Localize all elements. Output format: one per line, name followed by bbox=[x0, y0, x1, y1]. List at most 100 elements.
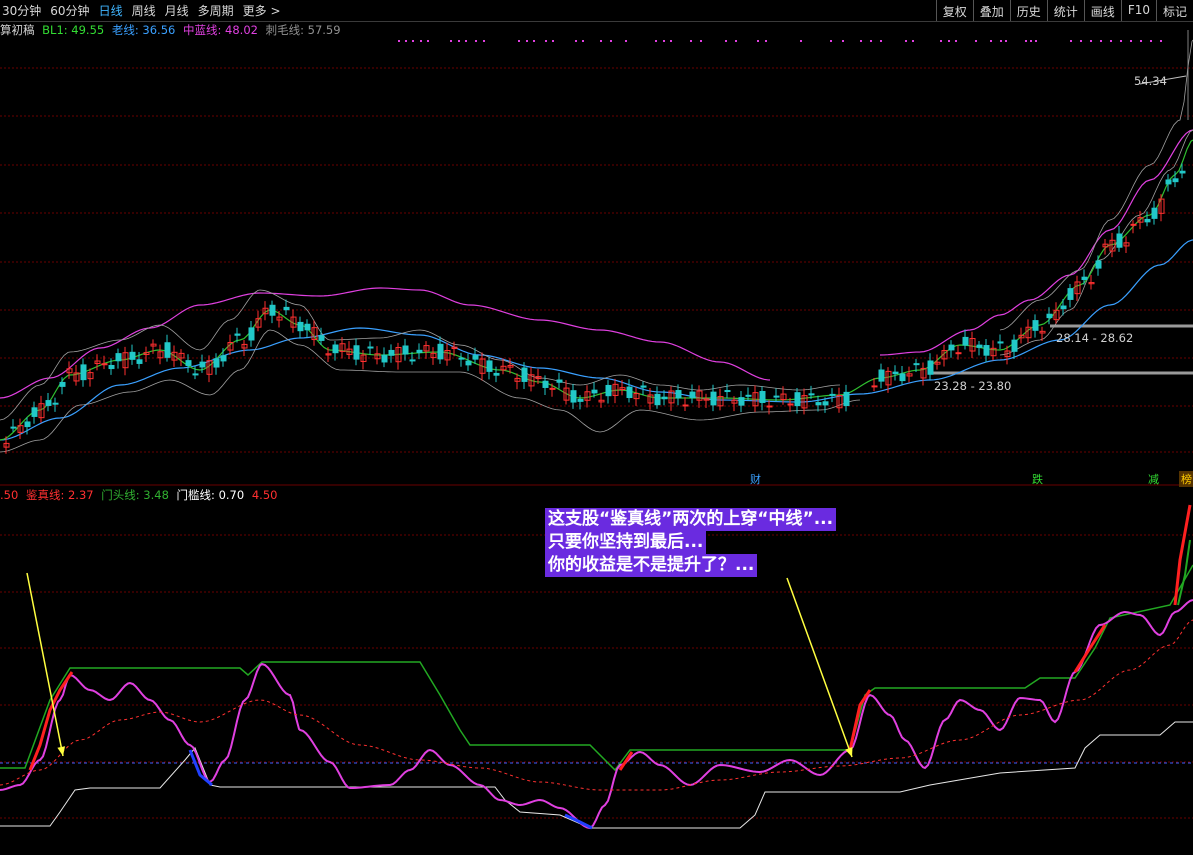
candle-body-144 bbox=[1032, 320, 1039, 331]
candle-body-38 bbox=[269, 304, 276, 316]
signal-dot-14 bbox=[552, 40, 554, 42]
signal-dot-11 bbox=[526, 40, 528, 42]
candle-body-93 bbox=[654, 393, 661, 406]
annotation-box: 这支股“鉴真线”两次的上穿“中线”... 只要你坚持到最后... 你的收益是不是… bbox=[545, 508, 837, 577]
signal-dot-26 bbox=[735, 40, 737, 42]
candle-body-133 bbox=[955, 352, 962, 355]
event-marker-cai[interactable]: 财 bbox=[748, 471, 763, 487]
signal-dot-6 bbox=[458, 40, 460, 42]
signal-dot-35 bbox=[905, 40, 907, 42]
signal-dot-19 bbox=[625, 40, 627, 42]
candle-body-103 bbox=[724, 390, 731, 393]
candle-body-161 bbox=[1151, 207, 1158, 219]
signal-dot-55 bbox=[1150, 40, 1152, 42]
signal-dot-54 bbox=[1140, 40, 1142, 42]
signal-dot-48 bbox=[1080, 40, 1082, 42]
candle-body-84 bbox=[591, 389, 598, 394]
kline-chart[interactable] bbox=[0, 0, 1193, 855]
signal-dot-30 bbox=[830, 40, 832, 42]
candle-body-125 bbox=[899, 373, 906, 382]
annotation-line-1: 这支股“鉴真线”两次的上穿“中线”... bbox=[545, 508, 837, 531]
candle-body-31 bbox=[220, 355, 227, 362]
candle-body-134 bbox=[962, 336, 969, 346]
zone1-price-label: 28.14 - 28.62 bbox=[1056, 331, 1134, 345]
candle-body-127 bbox=[913, 363, 920, 366]
candle-body-118 bbox=[829, 393, 836, 396]
signal-dot-52 bbox=[1120, 40, 1122, 42]
event-marker-die[interactable]: 跌 bbox=[1030, 471, 1045, 487]
candle-body-40 bbox=[283, 306, 290, 311]
candle-body-55 bbox=[388, 349, 395, 356]
candle-body-27 bbox=[192, 373, 199, 376]
annotation-arrows bbox=[26, 572, 853, 758]
candle-body-70 bbox=[493, 372, 500, 376]
bl1-line bbox=[0, 139, 1193, 441]
signal-dot-45 bbox=[1030, 40, 1032, 42]
grid-lines bbox=[0, 30, 1193, 819]
high-price-label: 54.34 bbox=[1134, 74, 1167, 88]
signal-dot-28 bbox=[765, 40, 767, 42]
signal-dot-3 bbox=[420, 40, 422, 42]
signal-dot-31 bbox=[842, 40, 844, 42]
candle-body-15 bbox=[108, 364, 115, 370]
candle-body-3 bbox=[24, 421, 31, 428]
signal-dot-33 bbox=[870, 40, 872, 42]
signal-dot-15 bbox=[575, 40, 577, 42]
low-segment-2 bbox=[564, 813, 593, 830]
candle-body-66 bbox=[465, 360, 472, 366]
candle-body-65 bbox=[458, 357, 465, 360]
signal-dot-37 bbox=[940, 40, 942, 42]
signal-dot-18 bbox=[610, 40, 612, 42]
candle-body-112 bbox=[787, 403, 794, 406]
signal-dot-39 bbox=[955, 40, 957, 42]
signal-dot-25 bbox=[725, 40, 727, 42]
zhonglan-line bbox=[0, 287, 771, 399]
candle-body-54 bbox=[381, 354, 388, 363]
zone2-price-label: 23.28 - 23.80 bbox=[934, 379, 1012, 393]
bollinger-lower bbox=[0, 329, 861, 453]
signal-dot-41 bbox=[990, 40, 992, 42]
candle-body-11 bbox=[80, 364, 87, 381]
candle-body-124 bbox=[892, 371, 899, 375]
jianzhen-line bbox=[0, 599, 1193, 830]
signal-dot-22 bbox=[670, 40, 672, 42]
signal-dot-50 bbox=[1100, 40, 1102, 42]
candle-body-23 bbox=[164, 342, 171, 358]
candle-body-6 bbox=[45, 400, 52, 406]
signal-dot-46 bbox=[1035, 40, 1037, 42]
candle-body-67 bbox=[472, 355, 479, 360]
candle-body-7 bbox=[52, 402, 59, 405]
sub-lead-value: .50 bbox=[0, 488, 19, 502]
signal-dot-0 bbox=[398, 40, 400, 42]
candle-body-158 bbox=[1130, 223, 1137, 226]
candle-body-69 bbox=[486, 360, 493, 372]
candle-body-115 bbox=[808, 393, 815, 396]
candle-body-42 bbox=[297, 321, 304, 332]
sub-chart-legend: .50 鉴真线: 2.37 门头线: 3.48 门槛线: 0.70 4.50 bbox=[0, 487, 281, 503]
candle-body-164 bbox=[1172, 178, 1179, 183]
candle-body-62 bbox=[437, 343, 444, 360]
candle-body-139 bbox=[997, 341, 1004, 344]
candle-body-18 bbox=[129, 351, 136, 360]
signal-dot-4 bbox=[427, 40, 429, 42]
event-marker-bang[interactable]: 榜 bbox=[1179, 471, 1193, 487]
signal-dots bbox=[398, 40, 1162, 42]
signal-dot-5 bbox=[450, 40, 452, 42]
candle-body-52 bbox=[367, 346, 374, 349]
candle-body-117 bbox=[822, 401, 829, 406]
signal-dot-7 bbox=[465, 40, 467, 42]
candle-body-160 bbox=[1144, 218, 1151, 223]
signal-dot-2 bbox=[412, 40, 414, 42]
candle-body-4 bbox=[31, 407, 38, 417]
signal-dot-51 bbox=[1110, 40, 1112, 42]
candle-body-19 bbox=[136, 359, 143, 364]
signal-dot-56 bbox=[1160, 40, 1162, 42]
signal-dot-44 bbox=[1025, 40, 1027, 42]
event-marker-jian[interactable]: 减 bbox=[1146, 471, 1161, 487]
candle-body-8 bbox=[59, 381, 66, 387]
candle-body-77 bbox=[542, 380, 549, 388]
candle-body-137 bbox=[983, 345, 990, 356]
candlesticks bbox=[3, 163, 1186, 454]
signal-dot-36 bbox=[912, 40, 914, 42]
candle-body-35 bbox=[248, 327, 255, 341]
